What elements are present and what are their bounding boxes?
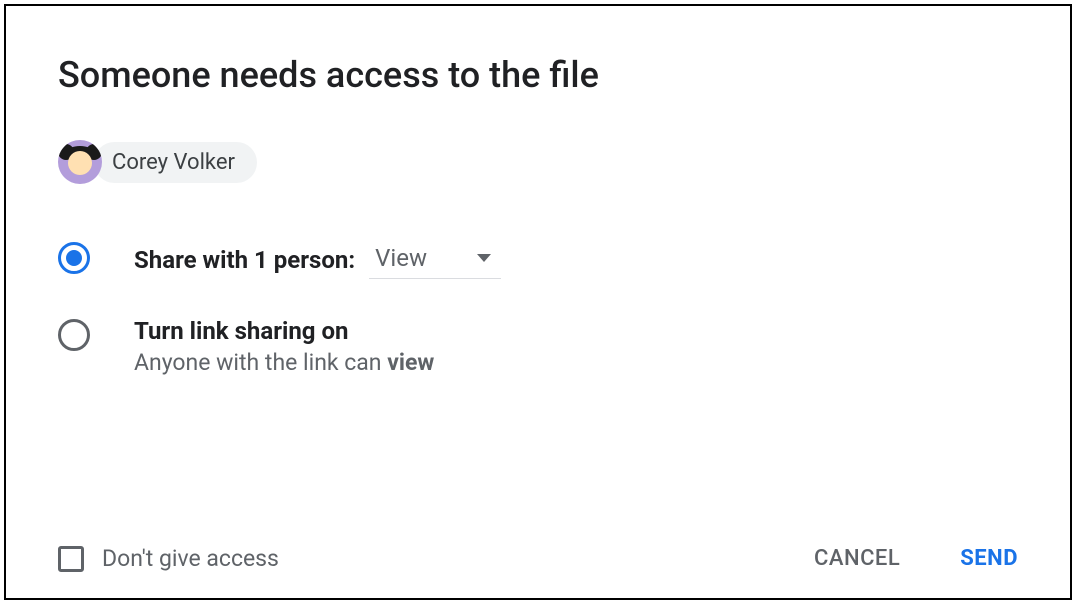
link-sharing-label: Turn link sharing on: [134, 317, 348, 345]
dropdown-value: View: [375, 244, 427, 272]
chevron-down-icon: [477, 254, 491, 262]
user-chip[interactable]: Corey Volker: [94, 142, 257, 183]
footer-buttons: CANCEL SEND: [814, 546, 1018, 571]
cancel-button[interactable]: CANCEL: [814, 546, 900, 571]
dont-give-access-checkbox[interactable]: [58, 546, 84, 572]
options-group: Share with 1 person: View Turn link shar…: [58, 240, 1018, 376]
option-link-sharing[interactable]: Turn link sharing on Anyone with the lin…: [58, 317, 1018, 376]
radio-share[interactable]: [58, 242, 90, 274]
radio-link-sharing[interactable]: [58, 319, 90, 351]
option-share[interactable]: Share with 1 person: View: [58, 240, 1018, 279]
user-row: Corey Volker: [58, 140, 1018, 184]
dialog-footer: Don't give access CANCEL SEND: [58, 545, 1018, 572]
user-name: Corey Volker: [112, 150, 235, 175]
user-avatar: [58, 140, 102, 184]
access-request-dialog: Someone needs access to the file Corey V…: [4, 4, 1072, 600]
dialog-title: Someone needs access to the file: [58, 54, 1018, 96]
permission-dropdown[interactable]: View: [369, 240, 501, 279]
send-button[interactable]: SEND: [960, 546, 1018, 571]
footer-left: Don't give access: [58, 545, 279, 572]
dont-give-access-label: Don't give access: [102, 545, 279, 572]
link-sharing-sub: Anyone with the link can view: [134, 349, 434, 376]
share-label: Share with 1 person:: [134, 246, 355, 274]
